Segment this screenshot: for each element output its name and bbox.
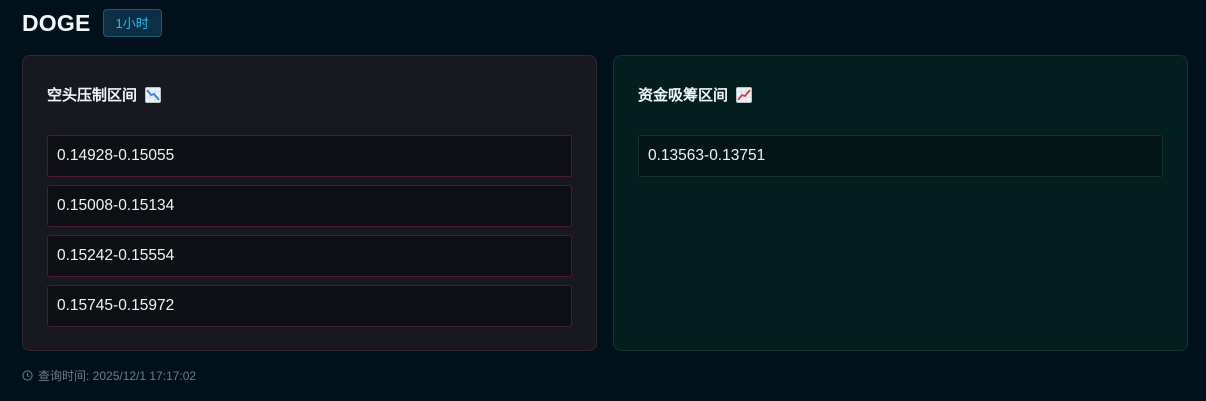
long-zone-row: 0.13563-0.13751	[638, 135, 1163, 177]
short-zone-row: 0.15008-0.15134	[47, 185, 572, 227]
short-panel-title-label: 空头压制区间	[47, 87, 138, 104]
query-time-footer: 查询时间: 2025/12/1 17:17:02	[22, 367, 196, 384]
short-zone-row: 0.15745-0.15972	[47, 285, 572, 327]
short-zone-list: 0.14928-0.15055 0.15008-0.15134 0.15242-…	[47, 135, 572, 335]
short-pressure-panel: 空头压制区间 0.14928-0.15055 0.15008-0.15134 0…	[22, 55, 597, 351]
short-panel-title: 空头压制区间	[47, 84, 162, 105]
header: DOGE 1小时	[22, 8, 162, 38]
short-zone-row: 0.15242-0.15554	[47, 235, 572, 277]
chart-decreasing-icon	[145, 86, 162, 103]
clock-icon	[22, 370, 33, 381]
symbol-title: DOGE	[22, 9, 91, 36]
long-zone-list: 0.13563-0.13751	[638, 135, 1163, 185]
timeframe-badge[interactable]: 1小时	[102, 9, 162, 37]
short-zone-row: 0.14928-0.15055	[47, 135, 572, 177]
long-panel-title-label: 资金吸筹区间	[638, 87, 729, 104]
capital-accumulation-panel: 资金吸筹区间 0.13563-0.13751	[613, 55, 1188, 351]
query-time-text: 查询时间: 2025/12/1 17:17:02	[38, 369, 197, 383]
chart-increasing-icon	[736, 86, 753, 103]
long-panel-title: 资金吸筹区间	[638, 84, 753, 105]
